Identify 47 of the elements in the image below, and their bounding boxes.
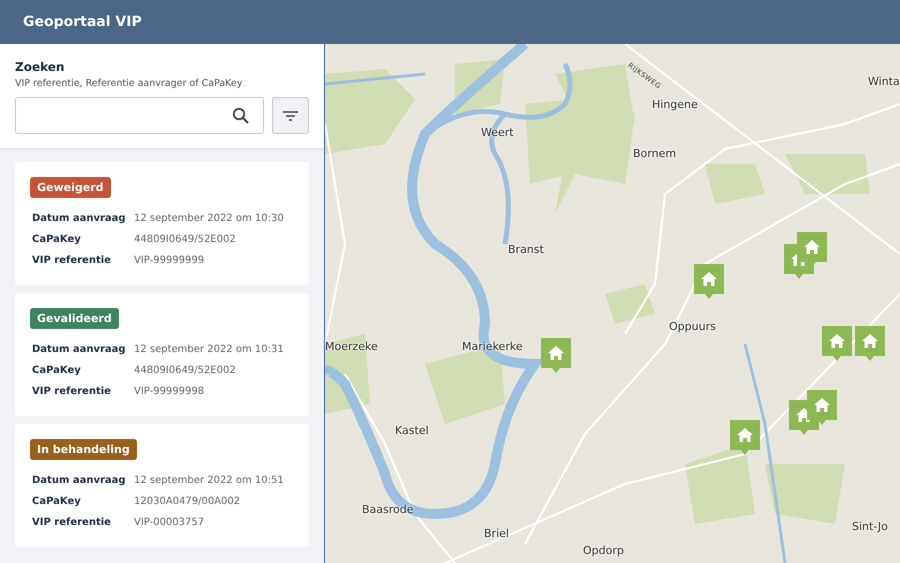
- field-label: CaPaKey: [32, 364, 82, 378]
- field-label: Datum aanvraag: [32, 212, 127, 226]
- woodland-patch: [705, 164, 765, 204]
- woodland-patch: [605, 284, 655, 324]
- woodland-patch: [455, 59, 505, 114]
- status-badge: In behandeling: [30, 439, 137, 460]
- result-card[interactable]: Gevalideerd Datum aanvraag 12 september 2022 om 10:31 CaPaKey 44809I0649/52E002 VIP referentie VIP-99999998: [15, 293, 309, 416]
- place-label: Hingene: [652, 98, 698, 111]
- field-label: Datum aanvraag: [32, 474, 127, 488]
- place-label: Branst: [508, 243, 544, 256]
- status-badge: Geweigerd: [30, 177, 111, 198]
- field-value: 44809I0649/52E002: [134, 233, 236, 247]
- result-card[interactable]: Geweigerd Datum aanvraag 12 september 2022 om 10:30 CaPaKey 44809I0649/52E002 VIP referentie VIP-99999999: [15, 162, 309, 285]
- place-label: Mariekerke: [462, 340, 523, 353]
- place-label: Sint-Jo: [852, 520, 888, 533]
- place-label: Briel: [484, 527, 509, 540]
- place-label: Moerzeke: [325, 340, 378, 353]
- place-label: Opdorp: [583, 544, 624, 557]
- result-card[interactable]: In behandeling Datum aanvraag 12 september 2022 om 10:51 CaPaKey 12030A0479/00A002 VIP referentie VIP-00003757: [15, 424, 309, 547]
- app-title: Geoportaal VIP: [23, 14, 142, 30]
- field-label: VIP referentie: [32, 385, 112, 399]
- field-value: 12 september 2022 om 10:31: [134, 343, 284, 357]
- field-value: 12030A0479/00A002: [134, 495, 240, 509]
- place-label: Bornem: [633, 147, 676, 160]
- search-field[interactable]: [15, 97, 264, 134]
- filter-button[interactable]: [272, 97, 309, 134]
- filter-icon: [283, 110, 298, 120]
- field-value: VIP-00003757: [134, 516, 204, 530]
- field-value: 44809I0649/52E002: [134, 364, 236, 378]
- place-label: Weert: [481, 126, 514, 139]
- place-label: Baasrode: [362, 503, 414, 516]
- place-label: Winta: [868, 75, 900, 88]
- place-label: Oppuurs: [669, 320, 716, 333]
- search-title: Zoeken: [15, 60, 66, 74]
- place-label: Kastel: [395, 424, 429, 437]
- field-label: VIP referentie: [32, 254, 112, 268]
- search-icon[interactable]: [232, 107, 249, 124]
- search-hint: VIP referentie, Referentie aanvrager of CaPaKey: [15, 78, 244, 89]
- field-label: VIP referentie: [32, 516, 112, 530]
- field-value: 12 september 2022 om 10:51: [134, 474, 284, 488]
- field-value: 12 september 2022 om 10:30: [134, 212, 284, 226]
- field-value: VIP-99999999: [134, 254, 204, 268]
- status-badge: Gevalideerd: [30, 308, 119, 329]
- field-label: Datum aanvraag: [32, 343, 127, 357]
- field-label: CaPaKey: [32, 233, 82, 247]
- field-value: VIP-99999998: [134, 385, 204, 399]
- field-label: CaPaKey: [32, 495, 82, 509]
